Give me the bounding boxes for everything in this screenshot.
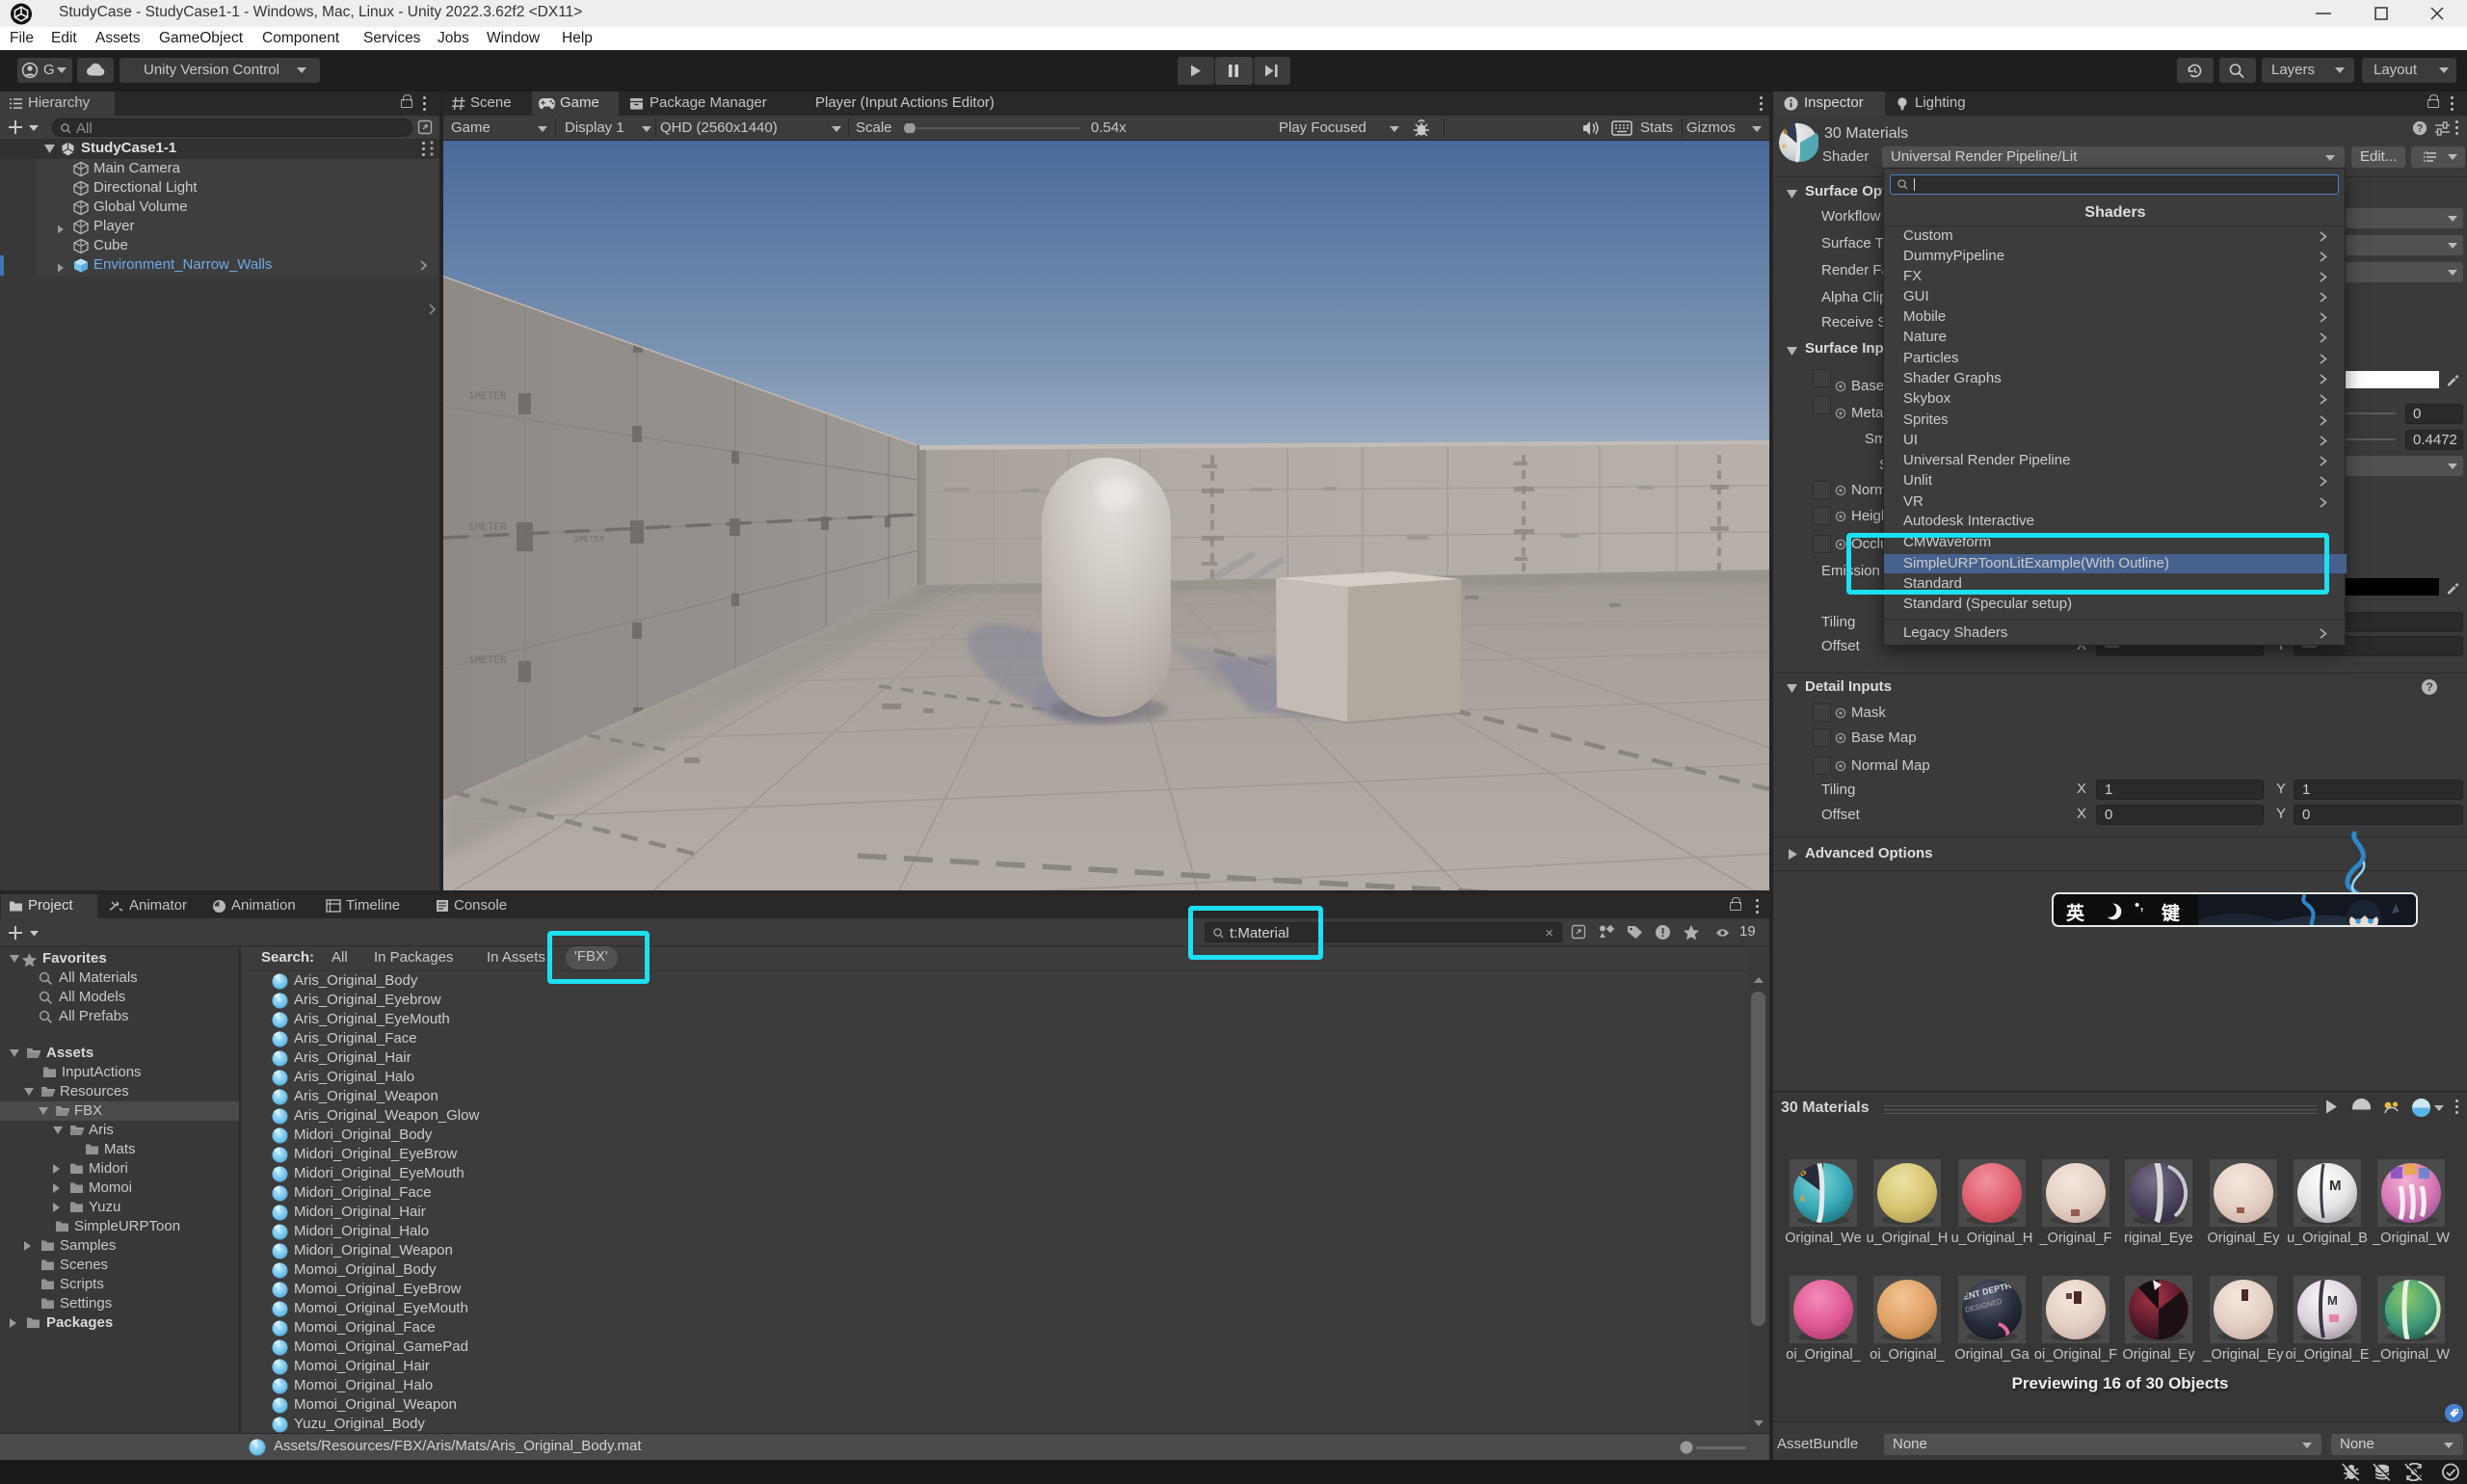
svg-text:A: A — [1799, 1194, 1806, 1204]
svg-text:1METER: 1METER — [573, 535, 605, 544]
svg-text:A: A — [1782, 144, 1787, 150]
svg-text:?: ? — [2427, 680, 2433, 694]
svg-text:1METER: 1METER — [468, 522, 507, 534]
svg-text:1METER: 1METER — [468, 391, 507, 403]
svg-text:M: M — [2327, 1293, 2338, 1308]
svg-text:M: M — [2329, 1178, 2342, 1194]
svg-text:?: ? — [2417, 123, 2424, 135]
svg-text:1METER: 1METER — [468, 655, 507, 667]
